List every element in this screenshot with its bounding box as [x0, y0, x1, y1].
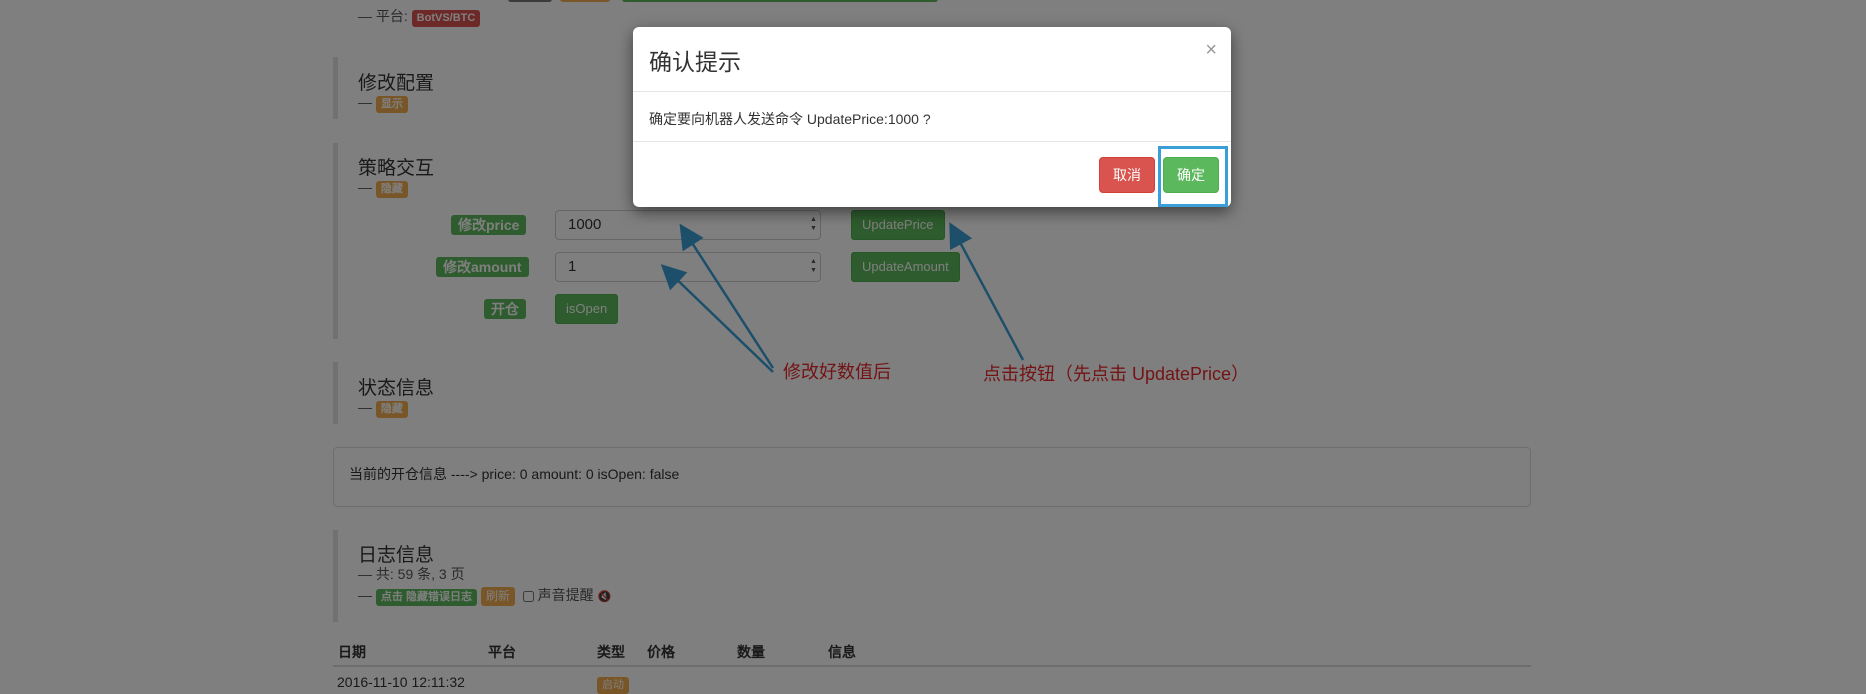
confirm-dialog: 确认提示 × 确定要向机器人发送命令 UpdatePrice:1000 ? 取消… [633, 27, 1231, 207]
page: — 平台: BotVS/BTC 修改配置 — 显示 策略交互 — 隐藏 修改pr… [0, 0, 1866, 694]
confirm-highlight-box [1158, 146, 1228, 207]
cancel-button[interactable]: 取消 [1099, 157, 1155, 193]
dialog-title: 确认提示 [649, 49, 741, 75]
close-icon[interactable]: × [1205, 39, 1217, 62]
dialog-message: 确定要向机器人发送命令 UpdatePrice:1000 ? [649, 111, 931, 127]
dialog-header: 确认提示 × [633, 27, 1231, 92]
